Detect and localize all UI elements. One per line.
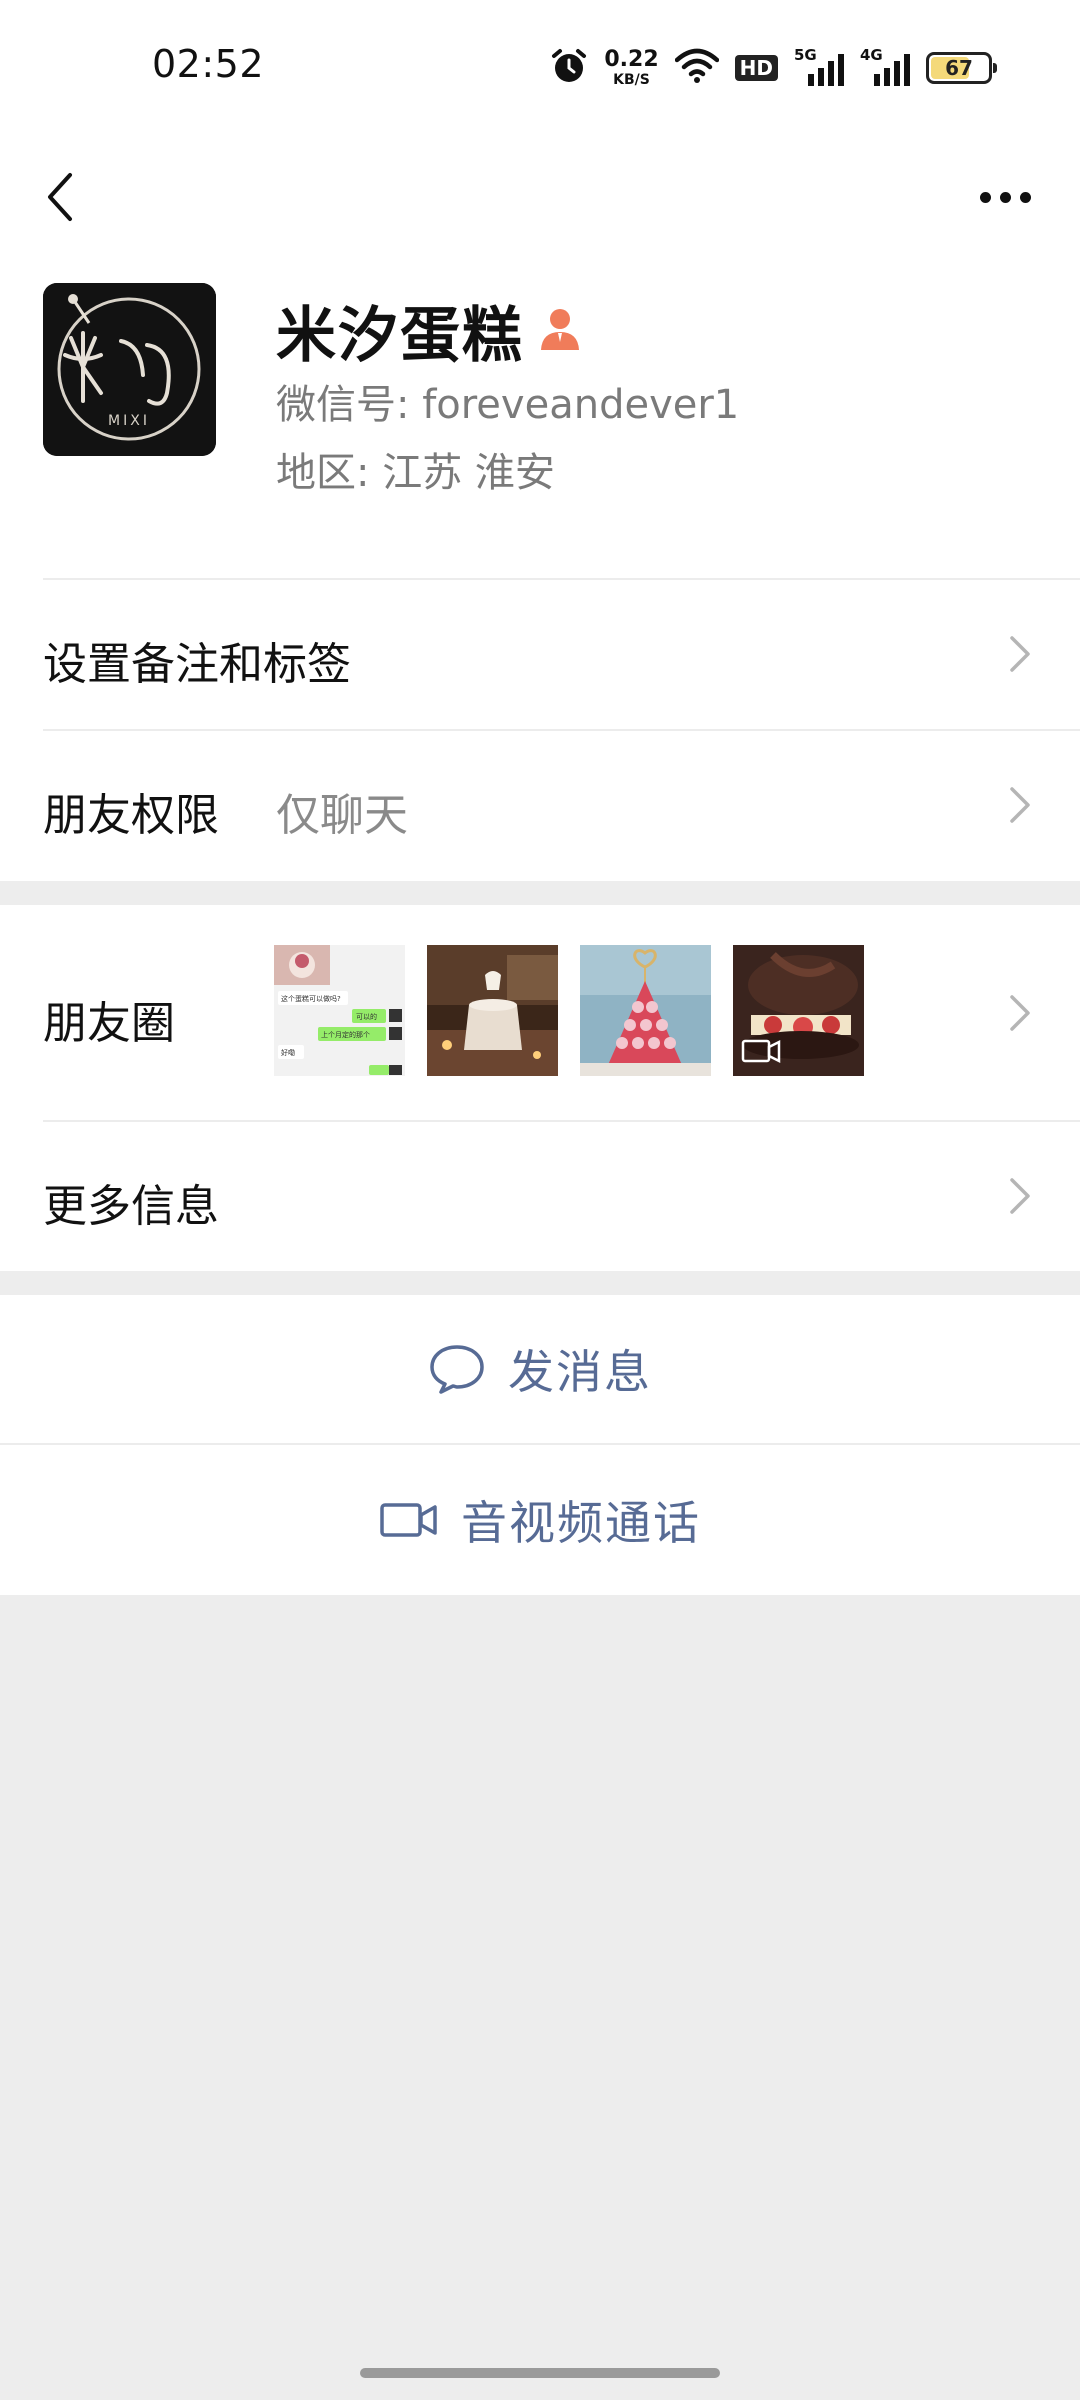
- divider: [43, 1120, 1080, 1122]
- moment-thumbnail: [580, 945, 711, 1076]
- network-speed-unit: KB/S: [613, 72, 650, 88]
- chevron-right-icon: [1010, 787, 1030, 823]
- send-message-button[interactable]: 发消息: [0, 1295, 1080, 1443]
- cell-remark-label: 设置备注和标签: [43, 639, 351, 690]
- cell-more-info[interactable]: 更多信息: [0, 1120, 1080, 1271]
- avatar-logo-text: MIXI: [108, 413, 150, 429]
- hd-voice-icon: HD: [734, 55, 778, 81]
- sim2-signal-icon: 4G: [860, 48, 910, 88]
- moments-thumbnails: 这个蛋糕可以做吗? 可以的 上个月定的那个 好嘞: [274, 945, 864, 1076]
- network-speed-value: 0.22: [604, 47, 659, 72]
- wechat-id: 微信号: foreveandever1: [276, 382, 740, 428]
- sim1-signal-icon: 5G: [794, 48, 844, 88]
- home-indicator[interactable]: [360, 2368, 720, 2378]
- cell-more-info-label: 更多信息: [43, 1181, 219, 1232]
- cell-permission-label: 朋友权限: [43, 790, 219, 841]
- more-dot-icon: [999, 191, 1011, 203]
- divider: [43, 729, 1080, 731]
- send-message-label: 发消息: [508, 1345, 652, 1399]
- wifi-icon: [674, 48, 719, 88]
- cell-friend-permission[interactable]: 朋友权限 仅聊天: [0, 729, 1080, 881]
- moment-thumbnail: [733, 945, 864, 1076]
- profile-name: 米汐蛋糕: [276, 301, 524, 371]
- profile-name-row: 米汐蛋糕: [276, 287, 582, 374]
- more-button[interactable]: [960, 147, 1050, 247]
- thumb-chat-line: 这个蛋糕可以做吗?: [281, 994, 341, 1003]
- cell-moments-label: 朋友圈: [43, 998, 175, 1049]
- moment-thumbnail: 这个蛋糕可以做吗? 可以的 上个月定的那个 好嘞: [274, 945, 405, 1076]
- status-icons: 0.22 KB/S HD 5G 4G 67: [550, 46, 997, 90]
- video-call-label: 音视频通话: [461, 1496, 701, 1550]
- thumb-chat-line: 好嘞: [281, 1048, 295, 1057]
- status-time: 02:52: [152, 42, 265, 86]
- chevron-left-icon: [48, 173, 72, 221]
- back-button[interactable]: [30, 147, 90, 247]
- divider: [43, 578, 1080, 580]
- alarm-icon: [550, 47, 588, 89]
- more-dot-icon: [1019, 191, 1031, 203]
- avatar[interactable]: MIXI: [43, 283, 216, 456]
- nav-bar: [0, 135, 1080, 265]
- chat-bubble-icon: [430, 1345, 484, 1394]
- chevron-right-icon: [1010, 636, 1030, 672]
- contact-profile-page: 02:52 0.22 KB/S HD 5G 4G 67 MIXI 米汐蛋糕 微信…: [0, 0, 1080, 2400]
- moment-thumbnail: [427, 945, 558, 1076]
- chevron-right-icon: [1010, 995, 1030, 1031]
- status-bar: 02:52 0.22 KB/S HD 5G 4G 67: [0, 0, 1080, 135]
- thumb-chat-line: 可以的: [356, 1012, 377, 1021]
- profile-header: MIXI 米汐蛋糕 微信号: foreveandever1 地区: 江苏 淮安: [0, 265, 1080, 578]
- video-camera-icon: [380, 1503, 437, 1537]
- enterprise-person-icon: [538, 306, 582, 356]
- region: 地区: 江苏 淮安: [276, 450, 555, 496]
- chevron-right-icon: [1010, 1178, 1030, 1214]
- thumb-chat-line: 上个月定的那个: [321, 1030, 370, 1039]
- more-dot-icon: [979, 191, 991, 203]
- cell-moments[interactable]: 朋友圈 这个蛋糕可以做吗? 可以的 上个月定的那个 好嘞: [0, 905, 1080, 1120]
- network-speed: 0.22 KB/S: [604, 47, 659, 88]
- battery-icon: 67: [926, 52, 997, 84]
- cell-permission-value: 仅聊天: [276, 790, 408, 841]
- video-call-button[interactable]: 音视频通话: [0, 1443, 1080, 1595]
- cell-remark-tags[interactable]: 设置备注和标签: [0, 578, 1080, 729]
- divider: [0, 1443, 1080, 1445]
- battery-level: 67: [945, 56, 973, 80]
